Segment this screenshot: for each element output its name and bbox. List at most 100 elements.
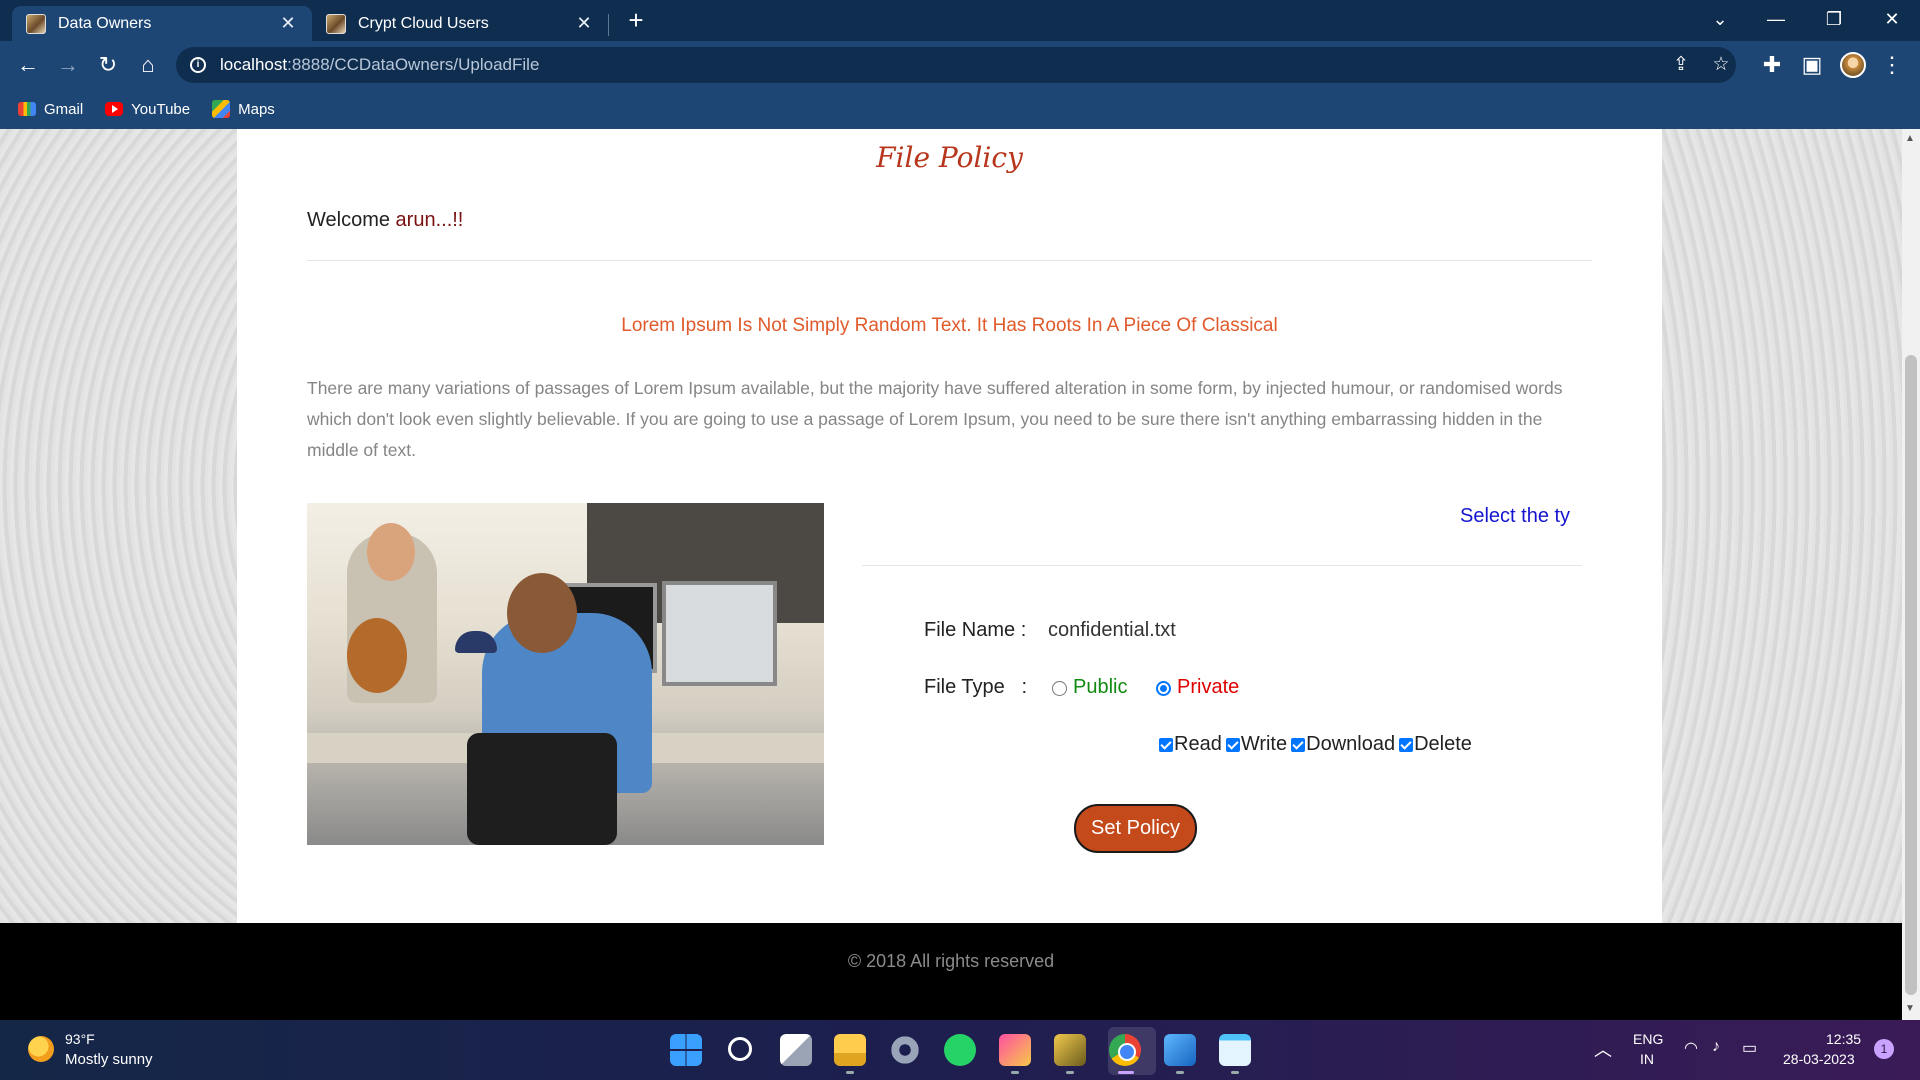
weather-description[interactable]: Mostly sunny bbox=[65, 1051, 153, 1068]
restore-icon[interactable]: ❐ bbox=[1806, 0, 1862, 41]
file-explorer-icon[interactable] bbox=[834, 1034, 866, 1066]
home-icon[interactable]: ⌂ bbox=[132, 49, 164, 81]
scrollbar-thumb[interactable] bbox=[1905, 355, 1917, 995]
tab-search-icon[interactable]: ⌄ bbox=[1692, 0, 1748, 41]
tab-data-owners[interactable]: Data Owners ✕ bbox=[12, 6, 312, 41]
permissions-row: Read Write Download Delete bbox=[1157, 733, 1474, 756]
clock-time[interactable]: 12:35 bbox=[1826, 1031, 1861, 1047]
tab-label: Data Owners bbox=[58, 14, 152, 32]
volume-icon[interactable]: ♪ bbox=[1712, 1038, 1720, 1056]
photo-person-head bbox=[367, 523, 415, 581]
content-panel: File Policy Welcome arun...!! Lorem Ipsu… bbox=[237, 129, 1662, 923]
reload-icon[interactable]: ↻ bbox=[92, 49, 124, 81]
page-viewport: File Policy Welcome arun...!! Lorem Ipsu… bbox=[0, 129, 1902, 1020]
welcome-prefix: Welcome bbox=[307, 209, 396, 231]
intro-paragraph: There are many variations of passages of… bbox=[307, 378, 1563, 460]
read-label: Read bbox=[1174, 733, 1222, 755]
divider bbox=[307, 260, 1592, 261]
tab-label: Crypt Cloud Users bbox=[358, 14, 489, 32]
forward-icon[interactable]: → bbox=[52, 49, 84, 81]
wifi-icon[interactable]: ◠ bbox=[1684, 1038, 1698, 1058]
profile-avatar[interactable] bbox=[1840, 52, 1866, 78]
url-path: :8888/CCDataOwners/UploadFile bbox=[287, 55, 540, 74]
gmail-icon bbox=[18, 102, 36, 116]
photos-icon[interactable] bbox=[1164, 1034, 1196, 1066]
page-title: File Policy bbox=[876, 141, 1023, 174]
back-icon[interactable]: ← bbox=[12, 49, 44, 81]
section-subheading: Lorem Ipsum Is Not Simply Random Text. I… bbox=[621, 315, 1278, 336]
site-info-icon[interactable]: i bbox=[190, 57, 206, 73]
scroll-down-icon[interactable]: ▼ bbox=[1905, 1003, 1915, 1014]
tab-separator bbox=[608, 14, 609, 36]
bookmark-label: YouTube bbox=[131, 100, 191, 118]
language-indicator-top[interactable]: ENG bbox=[1633, 1031, 1663, 1047]
side-panel-icon[interactable]: ▣ bbox=[1796, 49, 1828, 81]
write-checkbox[interactable] bbox=[1225, 737, 1240, 752]
photo-baseball-glove bbox=[347, 618, 407, 693]
bookmark-gmail[interactable]: Gmail bbox=[18, 101, 83, 118]
copyright-text: © 2018 All rights reserved bbox=[847, 951, 1055, 971]
close-tab-icon[interactable]: ✕ bbox=[574, 13, 594, 34]
running-indicator bbox=[1118, 1071, 1134, 1074]
show-hidden-icons-icon[interactable]: ︿ bbox=[1594, 1036, 1612, 1062]
language-indicator-bottom[interactable]: IN bbox=[1640, 1051, 1654, 1067]
marquee-heading: Select the ty bbox=[1460, 505, 1571, 527]
file-name-label: File Name : bbox=[924, 619, 1027, 641]
public-radio[interactable] bbox=[1052, 681, 1067, 696]
delete-label: Delete bbox=[1414, 733, 1472, 755]
photo-chair bbox=[467, 733, 617, 845]
bookmark-youtube[interactable]: YouTube bbox=[105, 101, 190, 118]
close-window-icon[interactable]: ✕ bbox=[1864, 0, 1920, 41]
address-bar[interactable]: i localhost :8888/CCDataOwners/UploadFil… bbox=[176, 47, 1736, 83]
weather-temperature[interactable]: 93°F bbox=[65, 1031, 95, 1047]
bookmark-label: Maps bbox=[238, 100, 275, 118]
running-indicator bbox=[1011, 1071, 1019, 1074]
scroll-up-icon[interactable]: ▲ bbox=[1905, 133, 1915, 144]
app-icon[interactable] bbox=[1054, 1034, 1086, 1066]
clock-date[interactable]: 28-03-2023 bbox=[1783, 1051, 1855, 1067]
write-label: Write bbox=[1240, 733, 1288, 755]
whatsapp-icon[interactable] bbox=[944, 1034, 976, 1066]
private-option-label: Private bbox=[1177, 676, 1240, 698]
task-view-icon[interactable] bbox=[780, 1034, 812, 1066]
download-label: Download bbox=[1306, 733, 1396, 755]
bookmark-star-icon[interactable]: ☆ bbox=[1706, 50, 1736, 80]
chrome-icon[interactable] bbox=[1109, 1034, 1141, 1066]
notification-badge[interactable]: 1 bbox=[1874, 1039, 1894, 1059]
private-radio[interactable] bbox=[1156, 681, 1171, 696]
notepad-icon[interactable] bbox=[1219, 1034, 1251, 1066]
welcome-message: Welcome arun...!! bbox=[307, 209, 463, 232]
search-icon[interactable] bbox=[728, 1037, 752, 1061]
share-icon[interactable]: ⇪ bbox=[1666, 50, 1696, 80]
new-tab-icon[interactable]: + bbox=[622, 6, 650, 34]
maps-icon bbox=[212, 100, 231, 118]
weather-sun-icon[interactable] bbox=[28, 1036, 54, 1062]
menu-icon[interactable]: ⋮ bbox=[1876, 49, 1908, 81]
running-indicator bbox=[1066, 1071, 1074, 1074]
youtube-icon bbox=[105, 102, 124, 116]
settings-icon[interactable] bbox=[889, 1034, 921, 1066]
photo-person-head bbox=[507, 573, 577, 653]
close-tab-icon[interactable]: ✕ bbox=[278, 13, 298, 34]
read-checkbox[interactable] bbox=[1159, 737, 1173, 752]
office-photo bbox=[307, 503, 824, 845]
delete-checkbox[interactable] bbox=[1399, 737, 1414, 752]
start-icon[interactable] bbox=[670, 1034, 702, 1066]
tab-bar: Data Owners ✕ Crypt Cloud Users ✕ + ⌄ — … bbox=[0, 0, 1920, 41]
user-name: arun...!! bbox=[395, 209, 464, 231]
file-name-value: confidential.txt bbox=[1048, 619, 1176, 641]
tab-crypt-cloud-users[interactable]: Crypt Cloud Users ✕ bbox=[312, 6, 608, 41]
download-checkbox[interactable] bbox=[1291, 737, 1306, 752]
divider bbox=[862, 565, 1582, 566]
site-favicon-icon bbox=[326, 13, 346, 34]
extensions-icon[interactable]: ✚ bbox=[1756, 49, 1788, 81]
paint-app-icon[interactable] bbox=[999, 1034, 1031, 1066]
bookmark-label: Gmail bbox=[44, 100, 84, 118]
bookmark-maps[interactable]: Maps bbox=[212, 100, 275, 118]
running-indicator bbox=[846, 1071, 854, 1074]
minimize-icon[interactable]: — bbox=[1748, 0, 1804, 41]
public-option-label: Public bbox=[1073, 676, 1128, 698]
photo-monitor bbox=[662, 581, 777, 686]
set-policy-button[interactable]: Set Policy bbox=[1074, 804, 1197, 853]
battery-icon[interactable]: ▭ bbox=[1742, 1038, 1757, 1058]
